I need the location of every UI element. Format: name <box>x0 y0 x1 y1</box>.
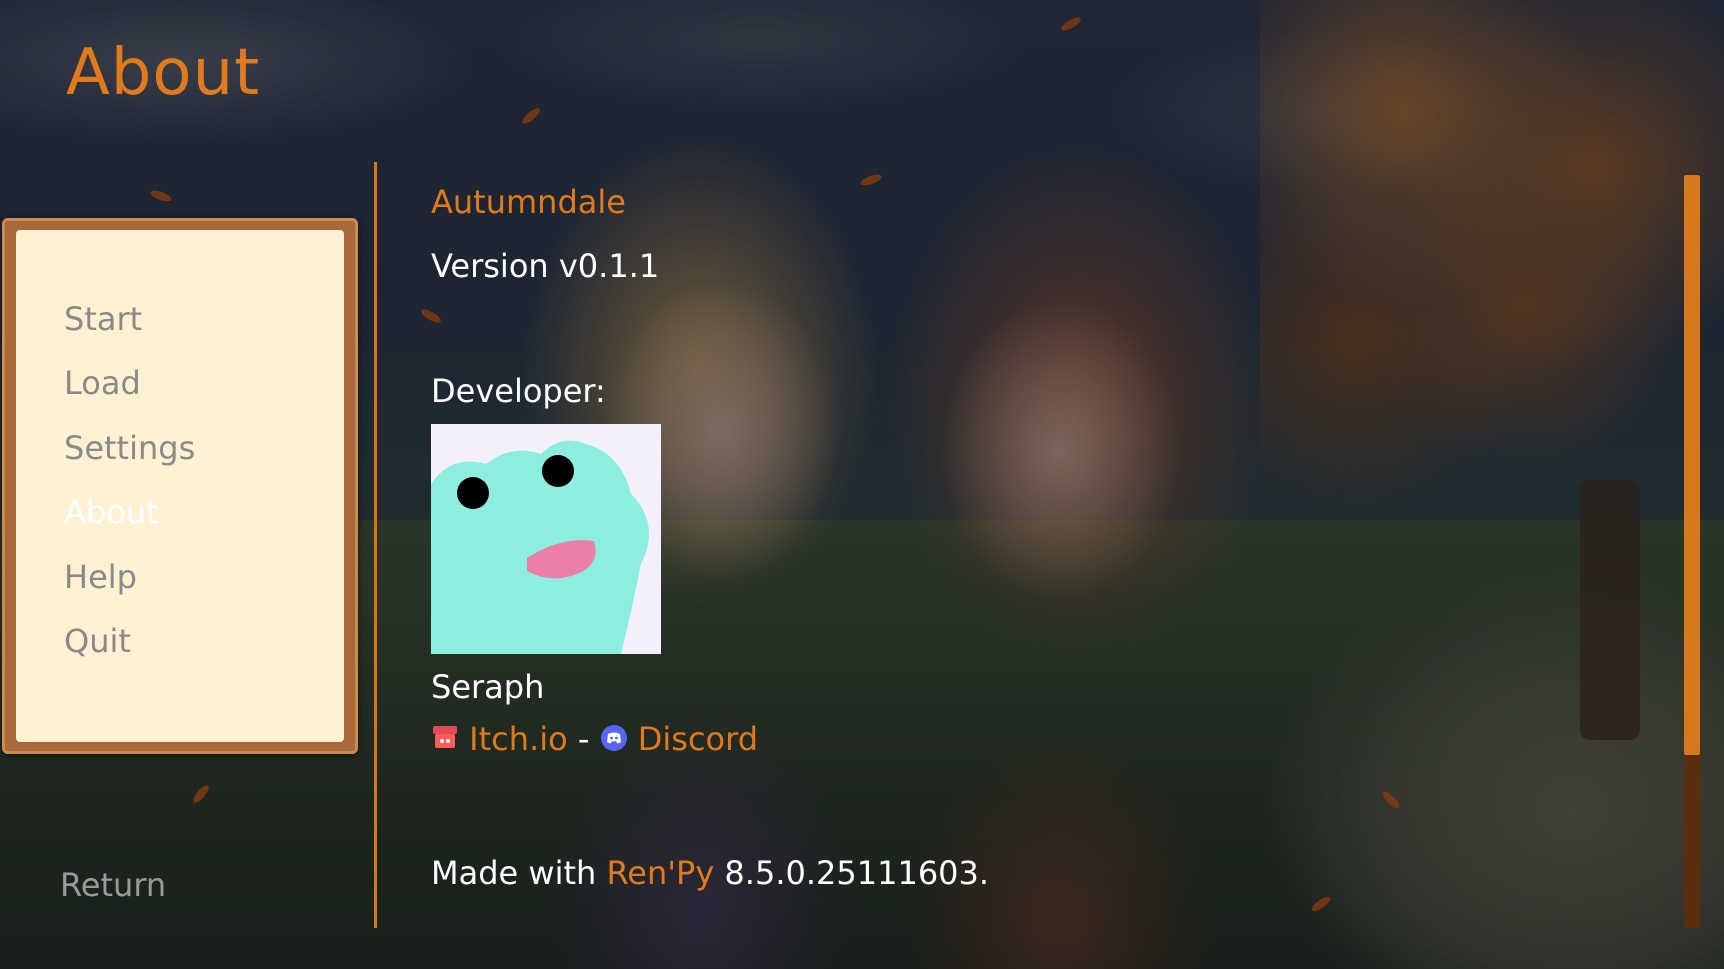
link-separator: - <box>577 720 590 758</box>
main-menu-panel <box>2 218 358 754</box>
content-scrollbar[interactable] <box>1684 175 1700 928</box>
discord-icon <box>600 722 628 760</box>
itchio-link[interactable]: Itch.io <box>469 720 568 758</box>
frog-avatar-icon <box>431 424 661 654</box>
renpy-version: 8.5.0.25111603. <box>724 854 990 892</box>
screen-title: About <box>66 36 261 110</box>
developer-label: Developer: <box>431 372 606 410</box>
scrollbar-thumb[interactable] <box>1684 175 1700 755</box>
menu-item-quit[interactable]: Quit <box>64 622 131 660</box>
menu-divider <box>374 162 377 928</box>
developer-name: Seraph <box>431 668 545 706</box>
menu-item-settings[interactable]: Settings <box>64 429 195 467</box>
frog-avatar-graphic <box>431 424 661 654</box>
return-button[interactable]: Return <box>60 866 166 904</box>
menu-item-about[interactable]: About <box>64 493 159 531</box>
renpy-link[interactable]: Ren'Py <box>606 854 714 892</box>
made-with-text: Made with Ren'Py 8.5.0.25111603. <box>431 854 989 892</box>
menu-item-load[interactable]: Load <box>64 364 141 402</box>
discord-link[interactable]: Discord <box>638 720 758 758</box>
menu-item-help[interactable]: Help <box>64 558 137 596</box>
made-with-prefix: Made with <box>431 854 597 892</box>
version-text: Version v0.1.1 <box>431 247 660 285</box>
itchio-store-icon <box>431 722 459 760</box>
menu-item-start[interactable]: Start <box>64 300 142 338</box>
game-name: Autumndale <box>431 183 626 221</box>
developer-links: Itch.io - Discord <box>431 720 758 760</box>
